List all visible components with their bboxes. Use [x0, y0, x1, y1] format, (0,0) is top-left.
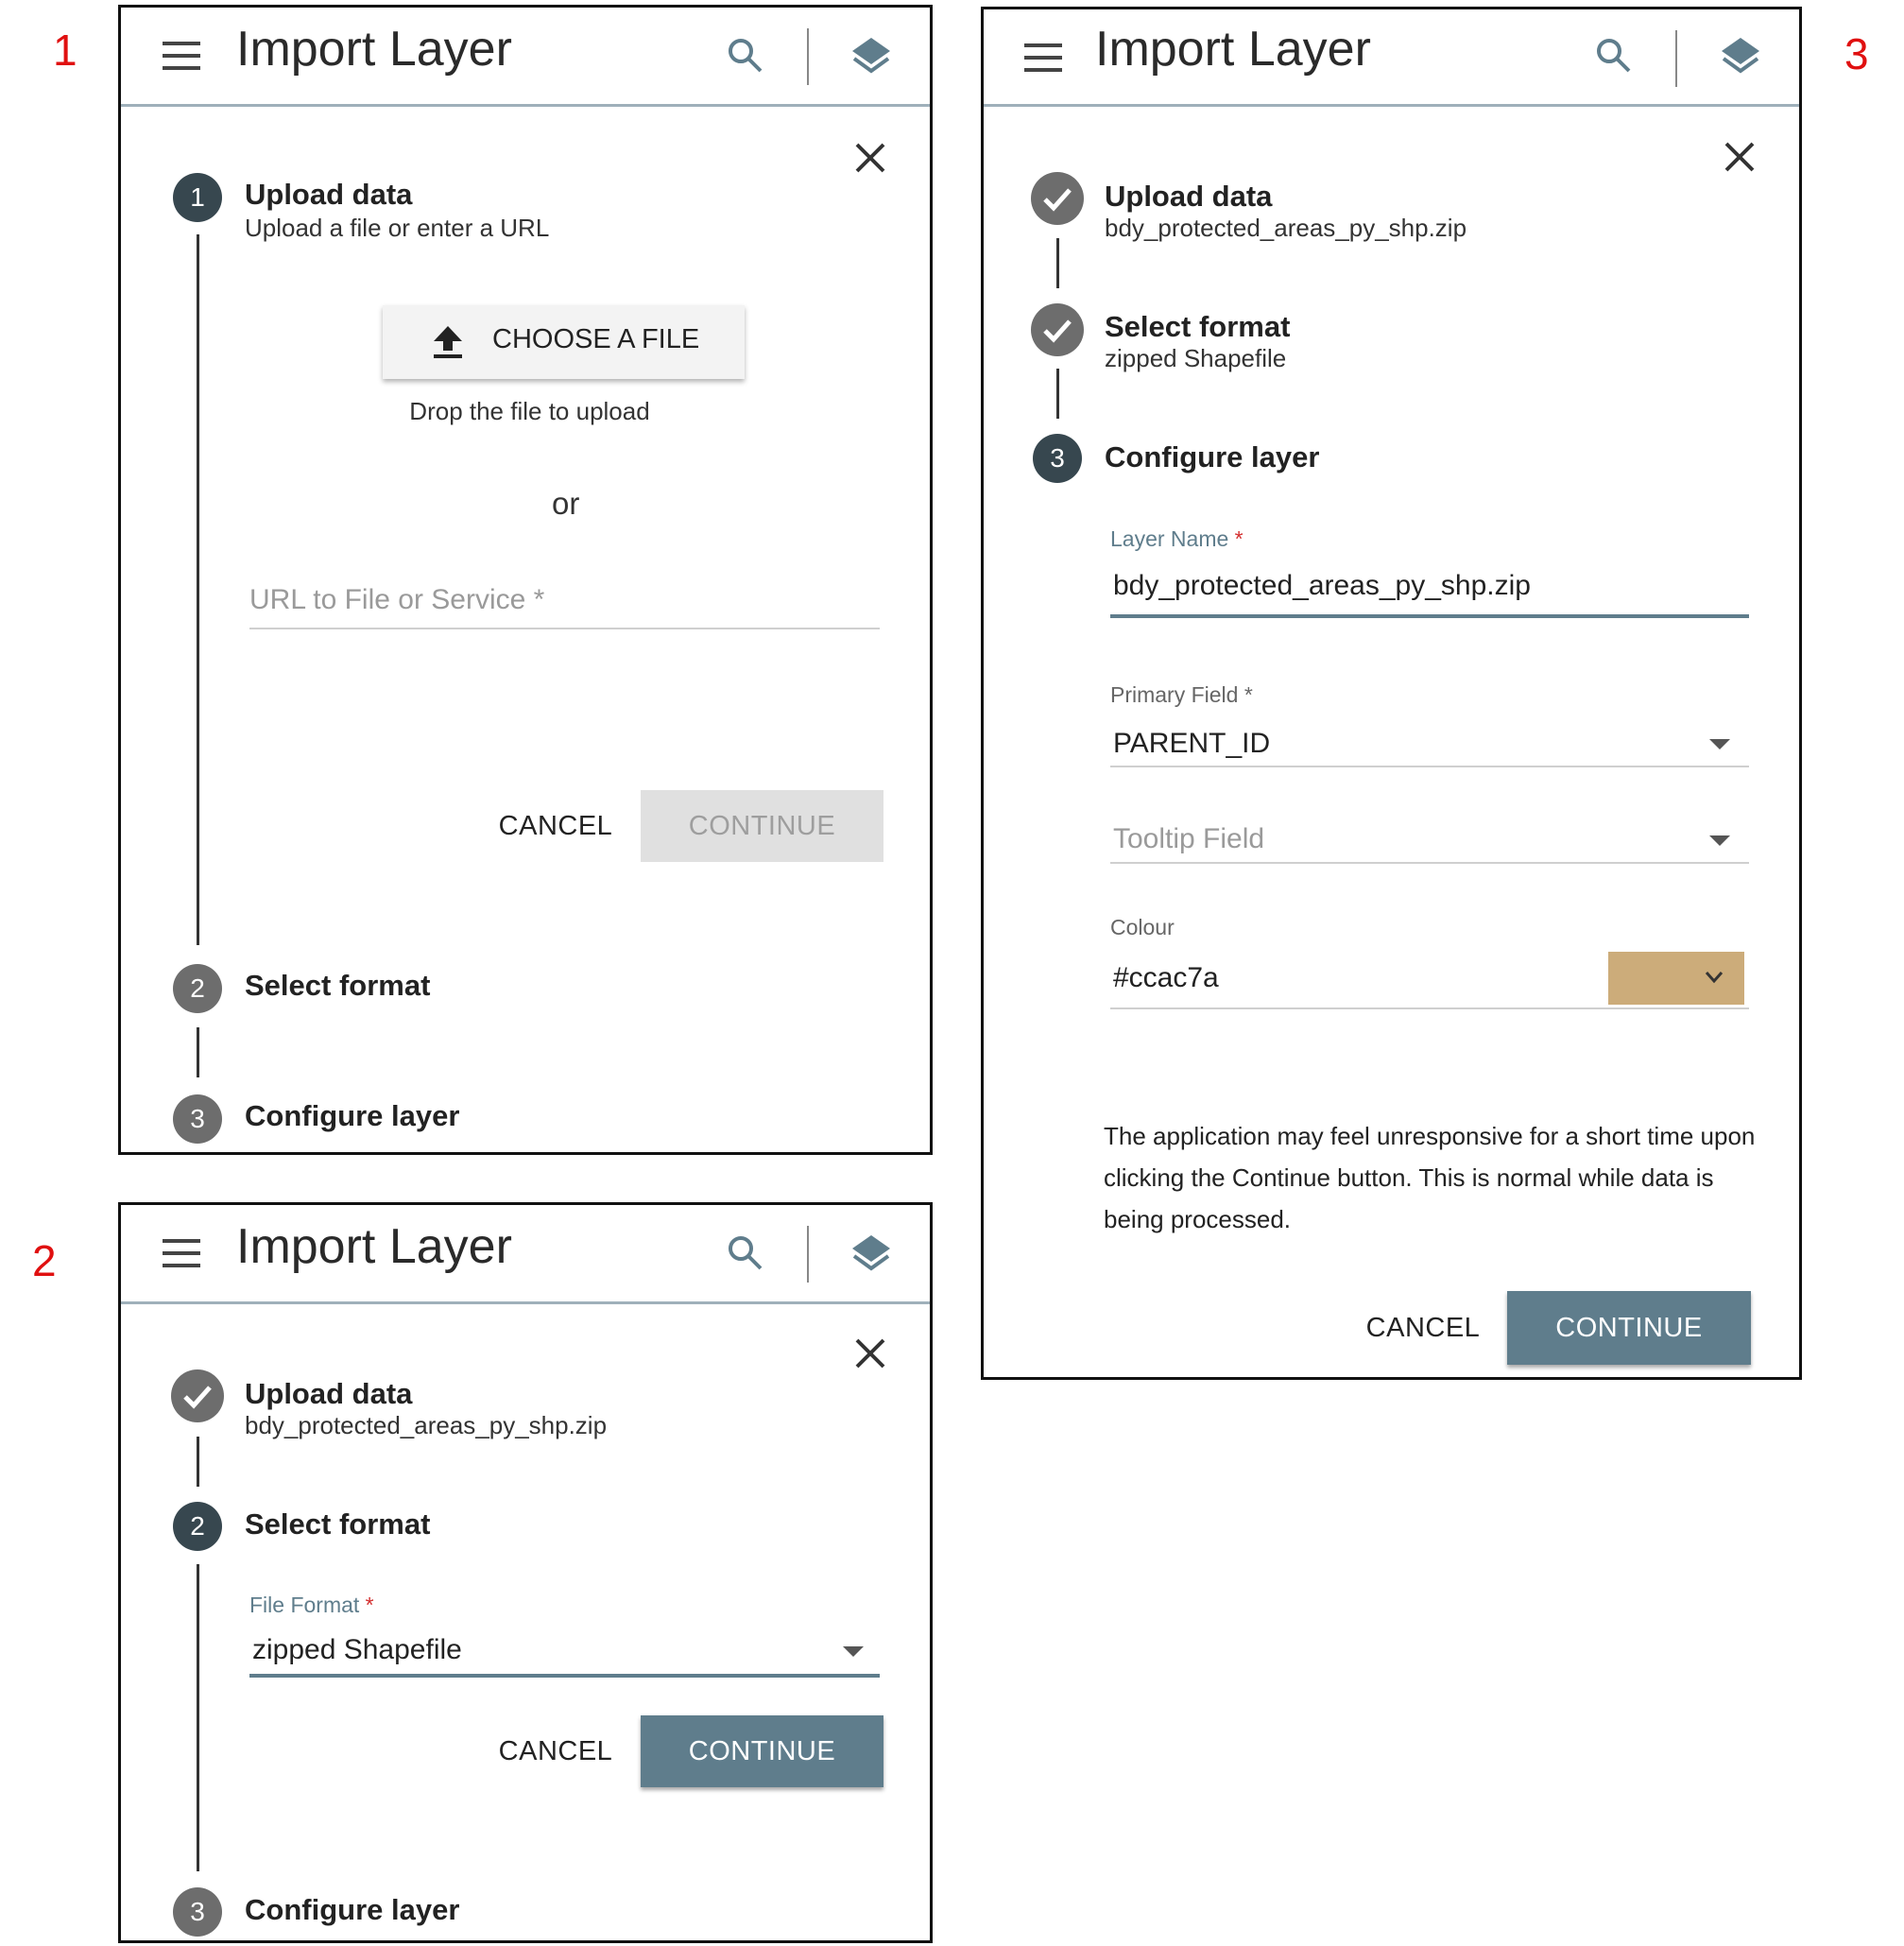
- step-number-3: 3: [173, 1887, 222, 1937]
- step-title-format: Select format: [245, 969, 431, 1002]
- tooltip-field-underline: [1110, 862, 1749, 864]
- panel-number-2: 2: [32, 1236, 57, 1285]
- step-title-upload: Upload data: [245, 1377, 413, 1410]
- continue-button-disabled[interactable]: CONTINUE: [641, 790, 883, 862]
- url-input-underline: [249, 628, 880, 629]
- import-panel-step-2: Import Layer Upload data bdy_protected_a…: [118, 1202, 933, 1943]
- step-number-2: 2: [173, 964, 222, 1013]
- colour-label: Colour: [1110, 915, 1175, 939]
- step-title-configure: Configure layer: [245, 1099, 460, 1132]
- step-number-3: 3: [1033, 434, 1082, 483]
- layers-icon[interactable]: [850, 34, 892, 76]
- search-icon[interactable]: [1594, 36, 1632, 74]
- url-input[interactable]: URL to File or Service *: [249, 584, 544, 616]
- dropdown-caret-icon[interactable]: [1709, 835, 1730, 846]
- step-number-2: 2: [173, 1502, 222, 1551]
- panel-number-3: 3: [1844, 29, 1869, 78]
- search-icon[interactable]: [726, 36, 763, 74]
- page-title: Import Layer: [236, 22, 512, 77]
- step-number-1: 1: [173, 173, 222, 222]
- continue-button[interactable]: CONTINUE: [1507, 1291, 1751, 1365]
- panel-number-1: 1: [53, 26, 77, 75]
- chevron-down-icon: [1705, 972, 1724, 984]
- tooltip-field-select[interactable]: Tooltip Field: [1113, 823, 1264, 855]
- step-number-3: 3: [173, 1094, 222, 1144]
- close-icon[interactable]: [1724, 141, 1756, 173]
- header-divider: [807, 28, 809, 85]
- step-connector: [1056, 238, 1059, 288]
- step-connector: [197, 1027, 199, 1077]
- step-connector: [197, 234, 199, 945]
- step-subtitle-upload: Upload a file or enter a URL: [245, 214, 550, 242]
- close-icon[interactable]: [854, 1337, 886, 1369]
- step-title-upload: Upload data: [1105, 180, 1273, 213]
- check-icon: [1031, 303, 1084, 356]
- cancel-button[interactable]: CANCEL: [471, 790, 641, 862]
- page-title: Import Layer: [1095, 22, 1371, 77]
- step-connector: [197, 1437, 199, 1487]
- or-separator: or: [552, 486, 580, 521]
- dropdown-caret-icon[interactable]: [843, 1646, 864, 1657]
- continue-button[interactable]: CONTINUE: [641, 1715, 883, 1787]
- colour-swatch-button[interactable]: [1608, 952, 1744, 1005]
- cancel-button[interactable]: CANCEL: [471, 1715, 641, 1787]
- layers-icon[interactable]: [1720, 34, 1761, 76]
- primary-field-select[interactable]: PARENT_ID: [1113, 728, 1270, 760]
- step-connector: [1056, 369, 1059, 419]
- app-header: Import Layer: [984, 9, 1799, 107]
- file-format-underline: [249, 1674, 880, 1678]
- step-title-upload: Upload data: [245, 178, 413, 211]
- close-icon[interactable]: [854, 142, 886, 174]
- step-title-configure: Configure layer: [245, 1893, 460, 1926]
- choose-file-button[interactable]: CHOOSE A FILE: [383, 305, 745, 379]
- menu-icon[interactable]: [163, 1239, 200, 1267]
- step-subtitle-upload: bdy_protected_areas_py_shp.zip: [1105, 214, 1467, 242]
- app-header: Import Layer: [121, 8, 930, 107]
- import-panel-step-3: Import Layer Upload data bdy_protected_a…: [981, 7, 1802, 1380]
- app-header: Import Layer: [121, 1205, 930, 1304]
- step-subtitle-format: zipped Shapefile: [1105, 344, 1287, 372]
- layer-name-input[interactable]: bdy_protected_areas_py_shp.zip: [1113, 570, 1531, 602]
- step-connector: [197, 1564, 199, 1871]
- step-title-configure: Configure layer: [1105, 440, 1320, 474]
- step-title-format: Select format: [245, 1507, 431, 1541]
- drop-hint: Drop the file to upload: [409, 397, 650, 425]
- menu-icon[interactable]: [1024, 43, 1062, 72]
- dropdown-caret-icon[interactable]: [1709, 739, 1730, 749]
- upload-icon: [434, 326, 462, 358]
- header-divider: [1675, 30, 1677, 87]
- colour-input[interactable]: #ccac7a: [1113, 962, 1219, 994]
- check-icon: [171, 1369, 224, 1422]
- cancel-button[interactable]: CANCEL: [1333, 1291, 1513, 1365]
- choose-file-label: CHOOSE A FILE: [492, 324, 700, 354]
- file-format-label: File Format *: [249, 1593, 374, 1617]
- layer-name-underline: [1110, 614, 1749, 618]
- header-divider: [807, 1226, 809, 1283]
- search-icon[interactable]: [726, 1233, 763, 1271]
- menu-icon[interactable]: [163, 42, 200, 70]
- check-icon: [1031, 172, 1084, 225]
- layer-name-label: Layer Name *: [1110, 526, 1244, 551]
- primary-field-label: Primary Field *: [1110, 682, 1253, 707]
- step-subtitle-upload: bdy_protected_areas_py_shp.zip: [245, 1411, 608, 1439]
- colour-underline: [1110, 1007, 1749, 1009]
- layers-icon[interactable]: [850, 1231, 892, 1273]
- step-title-format: Select format: [1105, 310, 1291, 343]
- processing-note: The application may feel unresponsive fo…: [1104, 1122, 1756, 1233]
- primary-field-underline: [1110, 766, 1749, 767]
- file-format-select[interactable]: zipped Shapefile: [252, 1634, 462, 1666]
- page-title: Import Layer: [236, 1219, 512, 1274]
- import-panel-step-1: Import Layer 1 Upload data Upload a file…: [118, 5, 933, 1155]
